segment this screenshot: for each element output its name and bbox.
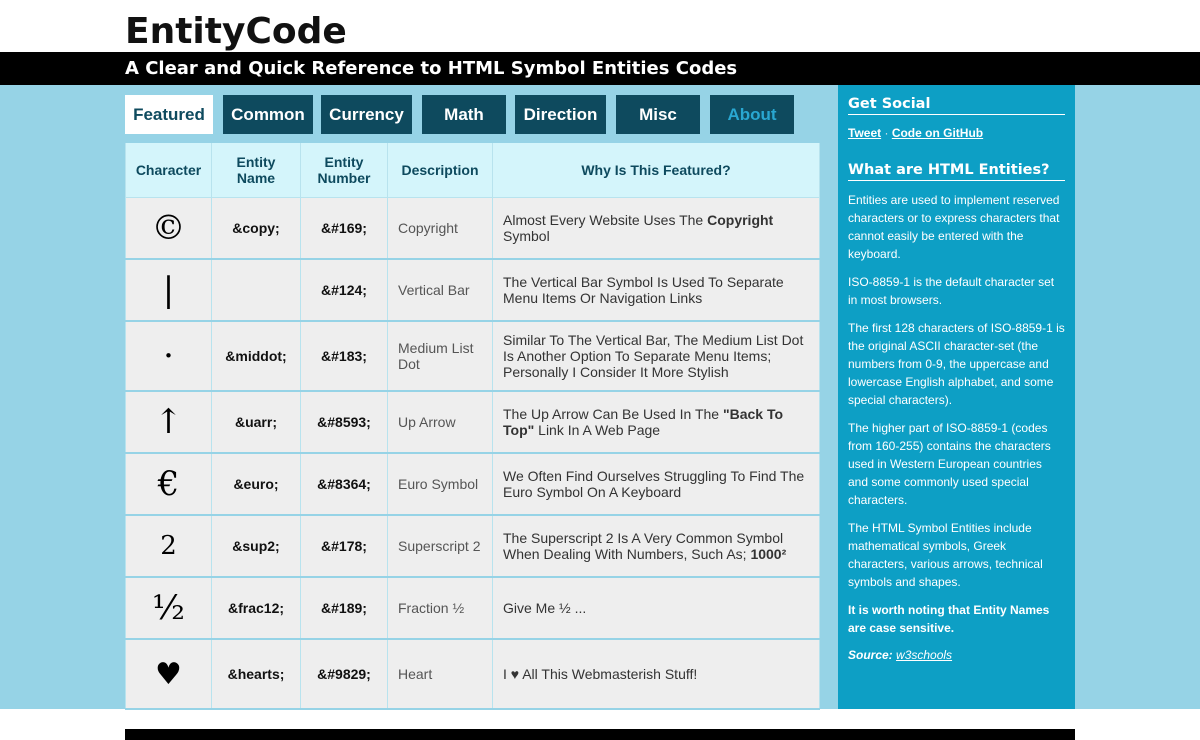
cell-description: Up Arrow	[387, 390, 493, 454]
social-heading: Get Social	[848, 95, 1065, 115]
site-tagline: A Clear and Quick Reference to HTML Symb…	[125, 58, 738, 79]
cell-entity-name: &sup2;	[211, 514, 301, 578]
site-logo[interactable]: EntityCode	[125, 10, 347, 54]
col-header-description: Description	[387, 143, 493, 198]
table-row: © &copy; &#169; Copyright Almost Every Websi…	[125, 196, 820, 260]
cell-why-featured: We Often Find Ourselves Struggling To Fi…	[492, 452, 820, 516]
why-text: The Vertical Bar Symbol Is Used To Separ…	[503, 274, 784, 306]
sidebar-paragraph-5: The HTML Symbol Entities include mathema…	[848, 521, 1043, 589]
cell-entity-number: &#8364;	[300, 452, 388, 516]
cell-entity-name: &copy;	[211, 196, 301, 260]
why-text: Almost Every Website Uses The	[503, 211, 708, 228]
table-row: ½ &frac12; &#189; Fraction ½ Give Me ½ ...	[125, 576, 820, 640]
entity-table: Character Entity Name Entity Number Desc…	[125, 143, 820, 710]
table-row: · &middot; &#183; Medium List Dot Similar To…	[125, 320, 820, 392]
github-link[interactable]: Code on GitHub	[892, 126, 983, 140]
col-header-entity-number: Entity Number	[300, 143, 388, 198]
cell-entity-name: &uarr;	[211, 390, 301, 454]
cell-character: |	[125, 258, 212, 322]
cell-character: ↑	[125, 390, 212, 454]
sidebar: Get Social Tweet · Code on GitHub What a…	[838, 85, 1075, 709]
entities-heading: What are HTML Entities?	[848, 161, 1065, 181]
cell-description: Fraction ½	[387, 576, 493, 640]
why-text: Similar To The Vertical Bar, The Medium …	[503, 332, 804, 380]
cell-character: 2	[125, 514, 212, 578]
social-links: Tweet · Code on GitHub	[848, 125, 1065, 141]
link-separator: ·	[884, 126, 889, 140]
cell-character: €	[125, 452, 212, 516]
why-emphasis: 1000²	[750, 546, 787, 562]
source-line: Source: w3schools	[848, 647, 1065, 663]
cell-character: ·	[125, 320, 212, 392]
table-row: ♥ &hearts; &#9829; Heart I ♥ All This Webmas…	[125, 638, 820, 710]
why-text: I ♥ All This Webmasterish Stuff!	[503, 666, 698, 682]
entity-table-wrapper: Character Entity Name Entity Number Desc…	[125, 143, 820, 710]
footer-bar	[125, 729, 1075, 740]
col-header-character: Character	[125, 143, 212, 198]
source-label: Source:	[848, 648, 893, 662]
cell-character: ½	[125, 576, 212, 640]
tab-currency[interactable]: Currency	[321, 95, 412, 134]
why-text: The Up Arrow Can Be Used In The	[503, 406, 723, 422]
cell-description: Medium List Dot	[387, 320, 493, 392]
cell-description: Superscript 2	[387, 514, 493, 578]
cell-why-featured: The Up Arrow Can Be Used In The "Back To…	[492, 390, 820, 454]
cell-entity-name: &middot;	[211, 320, 301, 392]
cell-entity-name: &hearts;	[211, 638, 301, 710]
tweet-link[interactable]: Tweet	[848, 126, 881, 140]
cell-entity-number: &#178;	[300, 514, 388, 578]
tab-math[interactable]: Math	[422, 95, 506, 134]
why-text: The Superscript 2 Is A Very Common Symbo…	[503, 530, 784, 562]
cell-why-featured: Give Me ½ ...	[492, 576, 820, 640]
cell-why-featured: I ♥ All This Webmasterish Stuff!	[492, 638, 820, 710]
cell-description: Copyright	[387, 196, 493, 260]
cell-entity-number: &#124;	[300, 258, 388, 322]
col-header-why-featured: Why Is This Featured?	[492, 143, 820, 198]
cell-entity-number: &#183;	[300, 320, 388, 392]
why-emphasis: Copyright	[707, 211, 774, 228]
tab-misc[interactable]: Misc	[616, 95, 700, 134]
why-text: Give Me ½ ...	[503, 600, 587, 616]
why-text-end: Link In A Web Page	[534, 422, 661, 438]
cell-character: ♥	[125, 638, 212, 710]
cell-why-featured: The Vertical Bar Symbol Is Used To Separ…	[492, 258, 820, 322]
col-header-entity-name: Entity Name	[211, 143, 301, 198]
table-header-row: Character Entity Name Entity Number Desc…	[125, 143, 820, 198]
table-row: 2 &sup2; &#178; Superscript 2 The Superscrip…	[125, 514, 820, 578]
tab-featured[interactable]: Featured	[125, 95, 213, 134]
cell-entity-number: &#189;	[300, 576, 388, 640]
cell-description: Heart	[387, 638, 493, 710]
cell-description: Euro Symbol	[387, 452, 493, 516]
sidebar-paragraph-3: The first 128 characters of ISO-8859-1 i…	[848, 321, 1065, 407]
tab-direction[interactable]: Direction	[515, 95, 606, 134]
tab-about[interactable]: About	[710, 95, 794, 134]
cell-entity-name: &euro;	[211, 452, 301, 516]
sidebar-paragraph-6: It is worth noting that Entity Names are…	[848, 603, 1050, 635]
cell-entity-number: &#8593;	[300, 390, 388, 454]
tagline-bar: A Clear and Quick Reference to HTML Symb…	[0, 52, 1200, 85]
cell-character: ©	[125, 196, 212, 260]
cell-why-featured: Similar To The Vertical Bar, The Medium …	[492, 320, 820, 392]
table-row: | &#124; Vertical Bar The Vertical Bar Symb…	[125, 258, 820, 322]
sidebar-paragraph-1: Entities are used to implement reserved …	[848, 193, 1060, 261]
table-row: ↑ &uarr; &#8593; Up Arrow The Up Arrow Can B…	[125, 390, 820, 454]
table-row: € &euro; &#8364; Euro Symbol We Often Find O…	[125, 452, 820, 516]
source-link[interactable]: w3schools	[896, 648, 952, 662]
cell-why-featured: Almost Every Website Uses The Copyright …	[492, 196, 820, 260]
cell-entity-name	[211, 258, 301, 322]
cell-entity-name: &frac12;	[211, 576, 301, 640]
tab-common[interactable]: Common	[223, 95, 313, 134]
cell-entity-number: &#9829;	[300, 638, 388, 710]
cell-why-featured: The Superscript 2 Is A Very Common Symbo…	[492, 514, 820, 578]
cell-description: Vertical Bar	[387, 258, 493, 322]
sidebar-paragraph-4: The higher part of ISO-8859-1 (codes fro…	[848, 421, 1051, 507]
sidebar-paragraph-2: ISO-8859-1 is the default character set …	[848, 275, 1055, 307]
why-text: We Often Find Ourselves Struggling To Fi…	[503, 468, 805, 500]
why-text-end: Symbol	[503, 227, 550, 244]
cell-entity-number: &#169;	[300, 196, 388, 260]
